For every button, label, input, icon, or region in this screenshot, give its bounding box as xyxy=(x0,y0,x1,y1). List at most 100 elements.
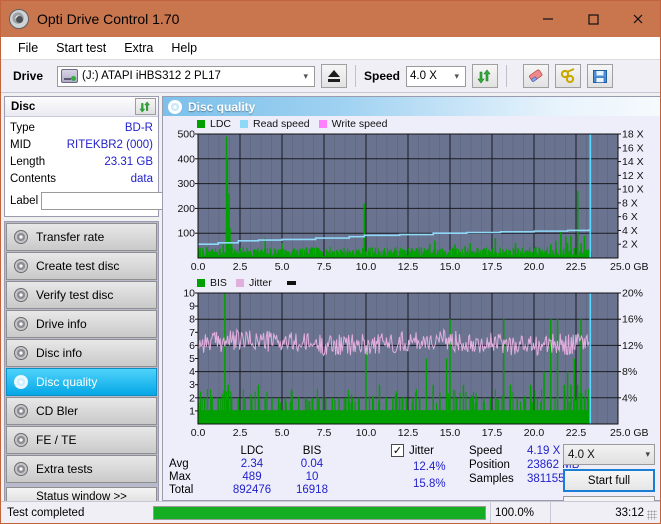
disc-icon xyxy=(14,375,28,389)
disc-length-label: Length xyxy=(10,156,46,168)
svg-text:15.0: 15.0 xyxy=(440,261,461,273)
svg-text:4: 4 xyxy=(189,366,195,378)
stats-header-blank xyxy=(341,445,395,457)
svg-text:14 X: 14 X xyxy=(622,156,644,168)
refresh-icon xyxy=(139,100,150,113)
sidebar-item-transfer-rate[interactable]: Transfer rate xyxy=(6,223,157,251)
sidebar-item-create-test-disc[interactable]: Create test disc xyxy=(6,252,157,280)
erase-button[interactable] xyxy=(523,64,550,88)
eject-icon xyxy=(328,70,340,77)
ldc-speed-chart[interactable]: 100 200 300 400 500 2 X 4 X 6 X 8 X 10 X 12 X 14 X 1… xyxy=(166,130,658,275)
sidebar-item-extra-tests[interactable]: Extra tests xyxy=(6,455,157,483)
svg-text:3: 3 xyxy=(189,379,195,391)
maximize-icon[interactable] xyxy=(570,1,615,37)
test-speed-value: 4.0 X xyxy=(568,448,595,461)
svg-text:300: 300 xyxy=(177,178,195,190)
svg-text:20.0: 20.0 xyxy=(524,427,545,439)
chart2-legend: BIS Jitter xyxy=(166,277,658,289)
legend-swatch-read-speed xyxy=(240,120,249,128)
title-bar: Opti Drive Control 1.70 xyxy=(1,1,660,37)
sidebar-item-label: Transfer rate xyxy=(36,230,105,244)
menu-item-extra[interactable]: Extra xyxy=(115,39,162,57)
legend-label-jitter: Jitter xyxy=(248,277,272,289)
jitter-max-value: 15.8% xyxy=(413,478,446,490)
svg-text:8%: 8% xyxy=(622,366,637,378)
close-icon[interactable] xyxy=(615,1,660,37)
test-speed-select[interactable]: 4.0 X ▾ xyxy=(563,444,655,465)
window-controls xyxy=(525,1,660,37)
menu-item-file[interactable]: File xyxy=(9,39,47,57)
sidebar-item-disc-quality[interactable]: Disc quality xyxy=(6,368,157,396)
stats-avg-bis: 0.04 xyxy=(300,458,324,470)
disc-mid-label: MID xyxy=(10,139,32,151)
start-full-button[interactable]: Start full xyxy=(563,469,655,492)
svg-text:12 X: 12 X xyxy=(622,170,644,182)
minimize-icon[interactable] xyxy=(525,1,570,37)
save-icon xyxy=(593,69,608,83)
menu-item-help[interactable]: Help xyxy=(162,39,206,57)
legend-label-ldc: LDC xyxy=(210,118,232,130)
disc-quality-panel: Disc quality LDC Read speed Write speed … xyxy=(162,96,660,518)
elapsed-time: 33:12 xyxy=(550,501,660,523)
stats-header-ldc: LDC xyxy=(240,445,264,457)
stats-avg-ldc: 2.34 xyxy=(240,458,264,470)
svg-text:10.0: 10.0 xyxy=(356,261,377,273)
sidebar-item-disc-info[interactable]: Disc info xyxy=(6,339,157,367)
disc-quality-icon xyxy=(168,99,182,114)
svg-text:18 X: 18 X xyxy=(622,130,644,141)
svg-text:8 X: 8 X xyxy=(622,197,638,209)
svg-text:7: 7 xyxy=(189,327,195,339)
chart1-legend: LDC Read speed Write speed xyxy=(166,118,658,130)
legend-marker-icon xyxy=(286,281,296,285)
chevron-down-icon: ▾ xyxy=(645,449,650,459)
disc-label-caption: Label xyxy=(10,195,39,207)
stats-corner xyxy=(169,445,221,457)
svg-text:16 X: 16 X xyxy=(622,142,644,154)
toolbar: Drive (J:) ATAPI iHBS312 2 PL17 ▾ Speed … xyxy=(1,59,660,93)
svg-text:12%: 12% xyxy=(622,340,643,352)
speed-label: Speed xyxy=(364,69,401,83)
svg-text:200: 200 xyxy=(177,203,195,215)
samples-label: Samples xyxy=(469,473,514,485)
stats-max-bis: 10 xyxy=(305,471,319,483)
jitter-checkbox[interactable]: ✓ xyxy=(391,444,404,457)
jitter-toggle[interactable]: ✓ Jitter xyxy=(391,444,434,457)
sidebar-item-label: Drive info xyxy=(36,317,87,331)
sidebar-item-fe-te[interactable]: FE / TE xyxy=(6,426,157,454)
sidebar-item-verify-test-disc[interactable]: Verify test disc xyxy=(6,281,157,309)
drive-device-icon xyxy=(61,69,78,83)
stats-header-bis: BIS xyxy=(302,445,322,457)
disc-icon xyxy=(14,346,28,360)
svg-text:10 X: 10 X xyxy=(622,184,644,196)
bis-jitter-chart[interactable]: 1 2 3 4 5 6 7 8 9 10 4% 8% 12% 16% 20% 0.0 2.5 5.0 7.5 10.0… xyxy=(166,289,658,441)
tools-icon xyxy=(560,68,575,84)
save-button[interactable] xyxy=(587,64,614,88)
svg-text:2: 2 xyxy=(189,392,195,404)
tools-button[interactable] xyxy=(555,64,582,88)
svg-text:1: 1 xyxy=(189,405,195,417)
disc-box-title: Disc xyxy=(11,100,36,113)
disc-row-mid: MID RITEKBR2 (000) xyxy=(10,137,153,154)
sidebar-item-drive-info[interactable]: Drive info xyxy=(6,310,157,338)
sidebar-item-cd-bler[interactable]: CD Bler xyxy=(6,397,157,425)
legend-swatch-bis xyxy=(197,279,205,287)
ldc-speed-chart-svg: 100 200 300 400 500 2 X 4 X 6 X 8 X10 X 12 X 14 X 1… xyxy=(177,130,648,273)
svg-text:22.5: 22.5 xyxy=(566,427,587,439)
stats-table: LDC BIS Avg 2.34 0.04 Max 489 10 Total 8… xyxy=(169,445,395,496)
disc-refresh-button[interactable] xyxy=(135,98,156,115)
eject-button[interactable] xyxy=(321,64,347,88)
legend-label-write-speed: Write speed xyxy=(331,118,388,130)
menu-item-start-test[interactable]: Start test xyxy=(47,39,115,57)
sidebar-item-label: Create test disc xyxy=(36,259,120,273)
resize-grip-icon[interactable] xyxy=(647,510,657,520)
speed-select[interactable]: 4.0 X ▾ xyxy=(406,65,467,87)
svg-text:7.5: 7.5 xyxy=(317,261,332,273)
disc-info-box: Disc Type BD-R MID RITEKBR2 (000) Length… xyxy=(4,96,243,217)
svg-text:10.0: 10.0 xyxy=(356,427,377,439)
refresh-button[interactable] xyxy=(472,64,499,88)
drive-select[interactable]: (J:) ATAPI iHBS312 2 PL17 ▾ xyxy=(57,65,315,87)
stats-area: LDC BIS Avg 2.34 0.04 Max 489 10 Total 8… xyxy=(163,441,660,518)
charts-area: LDC Read speed Write speed 100 200 300 400 5… xyxy=(163,116,660,441)
svg-text:17.5: 17.5 xyxy=(482,427,503,439)
disc-icon xyxy=(14,288,28,302)
